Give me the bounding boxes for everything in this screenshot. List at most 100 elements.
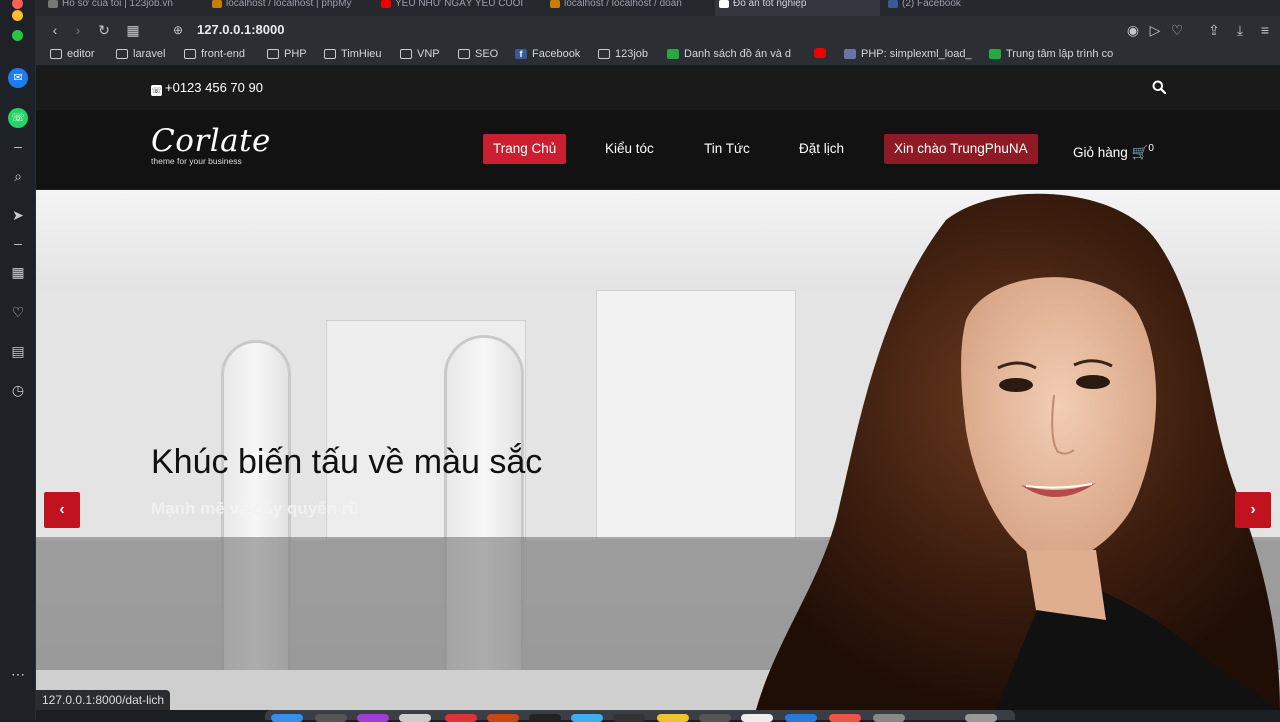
bookmark-label: TimHieu [341,48,382,60]
bookmark-editor[interactable]: editor [50,48,95,60]
heart-icon[interactable]: ♡ [8,302,28,322]
logo-word: Corlate [151,123,271,159]
tab-123job[interactable]: Hồ sơ của tôi | 123job.vn [44,0,204,16]
bookmark-php-simplexml[interactable]: PHP: simplexml_load_ [844,48,972,60]
site-topbar: ☏ +0123 456 70 90 [36,66,1280,110]
phone-contact[interactable]: ☏ +0123 456 70 90 [151,80,263,96]
sheets-icon [989,49,1001,59]
download-icon[interactable]: ⤓ [1231,21,1249,39]
camera-icon[interactable]: ◉ [1124,21,1142,39]
bookmark-vnp[interactable]: VNP [400,48,440,60]
tab-youtube[interactable]: YÊU NHƯ NGÀY YÊU CUỐI [377,0,542,16]
php-icon [844,49,856,59]
dock-app-icon[interactable] [529,714,561,722]
tabs-grid-icon[interactable]: ▦ [124,21,142,39]
grid-icon[interactable]: ▦ [8,262,28,282]
bookmark-label: Danh sách đồ án và d [684,48,792,60]
bookmark-laravel[interactable]: laravel [116,48,165,60]
sheets-icon [667,49,679,59]
url-field[interactable]: 127.0.0.1:8000 [197,22,284,37]
tab-label: YÊU NHƯ NGÀY YÊU CUỐI [395,0,524,9]
dock-app-icon[interactable] [445,714,477,722]
bookmark-label: 123job [615,48,649,60]
dock-app-icon[interactable] [785,714,817,722]
bookmark-seo[interactable]: SEO [458,48,498,60]
search-icon[interactable]: ⌕ [8,166,28,186]
side-app-strip: ✉ ☏ – ⌕ ➤ – ▦ ♡ ▤ ◷ ⋯ [0,0,36,720]
dock-app-icon[interactable] [965,714,997,722]
dock-app-icon[interactable] [699,714,731,722]
reload-icon[interactable]: ↻ [95,21,113,39]
search-icon[interactable] [1152,80,1166,94]
messenger-icon[interactable]: ✉ [8,68,28,88]
back-icon[interactable]: ‹ [46,21,64,39]
send-icon[interactable]: ▷ [1146,21,1164,39]
nav-trang-chu[interactable]: Trang Chủ [483,134,567,164]
minimize-window-dot[interactable] [12,10,23,21]
dock-app-icon[interactable] [571,714,603,722]
folder-icon [184,49,196,59]
dock-app-icon[interactable] [487,714,519,722]
folder-icon [400,49,412,59]
dock-app-icon[interactable] [315,714,347,722]
dock-app-icon[interactable] [399,714,431,722]
tab-facebook[interactable]: (2) Facebook [884,0,1054,16]
status-bar-url: 127.0.0.1:8000/dat-lich [36,690,171,710]
slider-next-button[interactable]: › [1235,492,1271,528]
more-icon[interactable]: ⋯ [8,664,28,684]
folder-icon [116,49,128,59]
bookmark-facebook[interactable]: f Facebook [515,48,580,60]
chevron-right-icon: › [1250,501,1256,518]
bookmark-timhieu[interactable]: TimHieu [324,48,382,60]
dock-app-icon[interactable] [657,714,689,722]
tab-strip: Hồ sơ của tôi | 123job.vn localhost / lo… [36,0,1280,16]
dock-app-icon[interactable] [829,714,861,722]
folder-icon [267,49,279,59]
whatsapp-icon[interactable]: ☏ [8,108,28,128]
site-navbar: Corlate theme for your business Trang Ch… [36,110,1280,190]
tab-phpmyadmin[interactable]: localhost / localhost | phpMy [208,0,373,16]
dock-app-icon[interactable] [873,714,905,722]
tab-phpmyadmin-doan[interactable]: localhost / localhost / doan [546,0,711,16]
dock-app-icon[interactable] [271,714,303,722]
share-icon[interactable]: ⇪ [1205,21,1223,39]
web-page: ☏ +0123 456 70 90 Corlate theme for your … [36,66,1280,710]
notes-icon[interactable]: ▤ [8,341,28,361]
dock-app-icon[interactable] [613,714,645,722]
dock-app-icon[interactable] [741,714,773,722]
heart-icon[interactable]: ♡ [1168,21,1186,39]
site-info-icon[interactable]: ⊕ [169,21,187,39]
youtube-icon [814,48,826,58]
bookmark-php[interactable]: PHP [267,48,307,60]
tab-favicon-icon [381,0,391,8]
close-window-dot[interactable] [12,0,23,9]
nav-kieu-toc[interactable]: Kiểu tóc [595,134,664,164]
folder-icon [458,49,470,59]
maximize-window-dot[interactable] [12,30,23,41]
tab-label: localhost / localhost / doan [564,0,682,9]
bookmark-label: SEO [475,48,499,60]
bookmark-danh-sach[interactable]: Danh sách đồ án và d [667,48,791,60]
settings-sliders-icon[interactable]: ≡ [1256,21,1274,39]
bookmark-123job[interactable]: 123job [598,48,648,60]
history-icon[interactable]: ◷ [8,380,28,400]
tab-favicon-icon [212,0,222,8]
bookmark-youtube[interactable] [814,48,826,58]
bookmark-front-end[interactable]: front-end [184,48,245,60]
bookmark-trung-tam[interactable]: Trung tâm lập trình co [989,48,1113,60]
bookmark-label: PHP [284,48,307,60]
slider-prev-button[interactable]: ‹ [44,492,80,528]
nav-tin-tuc[interactable]: Tin Tức [694,134,760,164]
bookmark-label: Trung tâm lập trình co [1006,48,1114,60]
forward-icon[interactable]: › [69,21,87,39]
dock-app-icon[interactable] [357,714,389,722]
tab-do-an[interactable]: Đồ án tốt nghiệp [715,0,880,16]
site-logo[interactable]: Corlate theme for your business [151,124,271,166]
folder-icon [598,49,610,59]
bookmark-label: VNP [417,48,440,60]
cart-count: 0 [1148,143,1154,154]
nav-dat-lich[interactable]: Đặt lịch [789,134,854,164]
nav-cart[interactable]: Giỏ hàng 🛒0 [1063,134,1164,164]
send-icon[interactable]: ➤ [8,205,28,225]
nav-user-greeting[interactable]: Xin chào TrungPhuNA [884,134,1038,164]
